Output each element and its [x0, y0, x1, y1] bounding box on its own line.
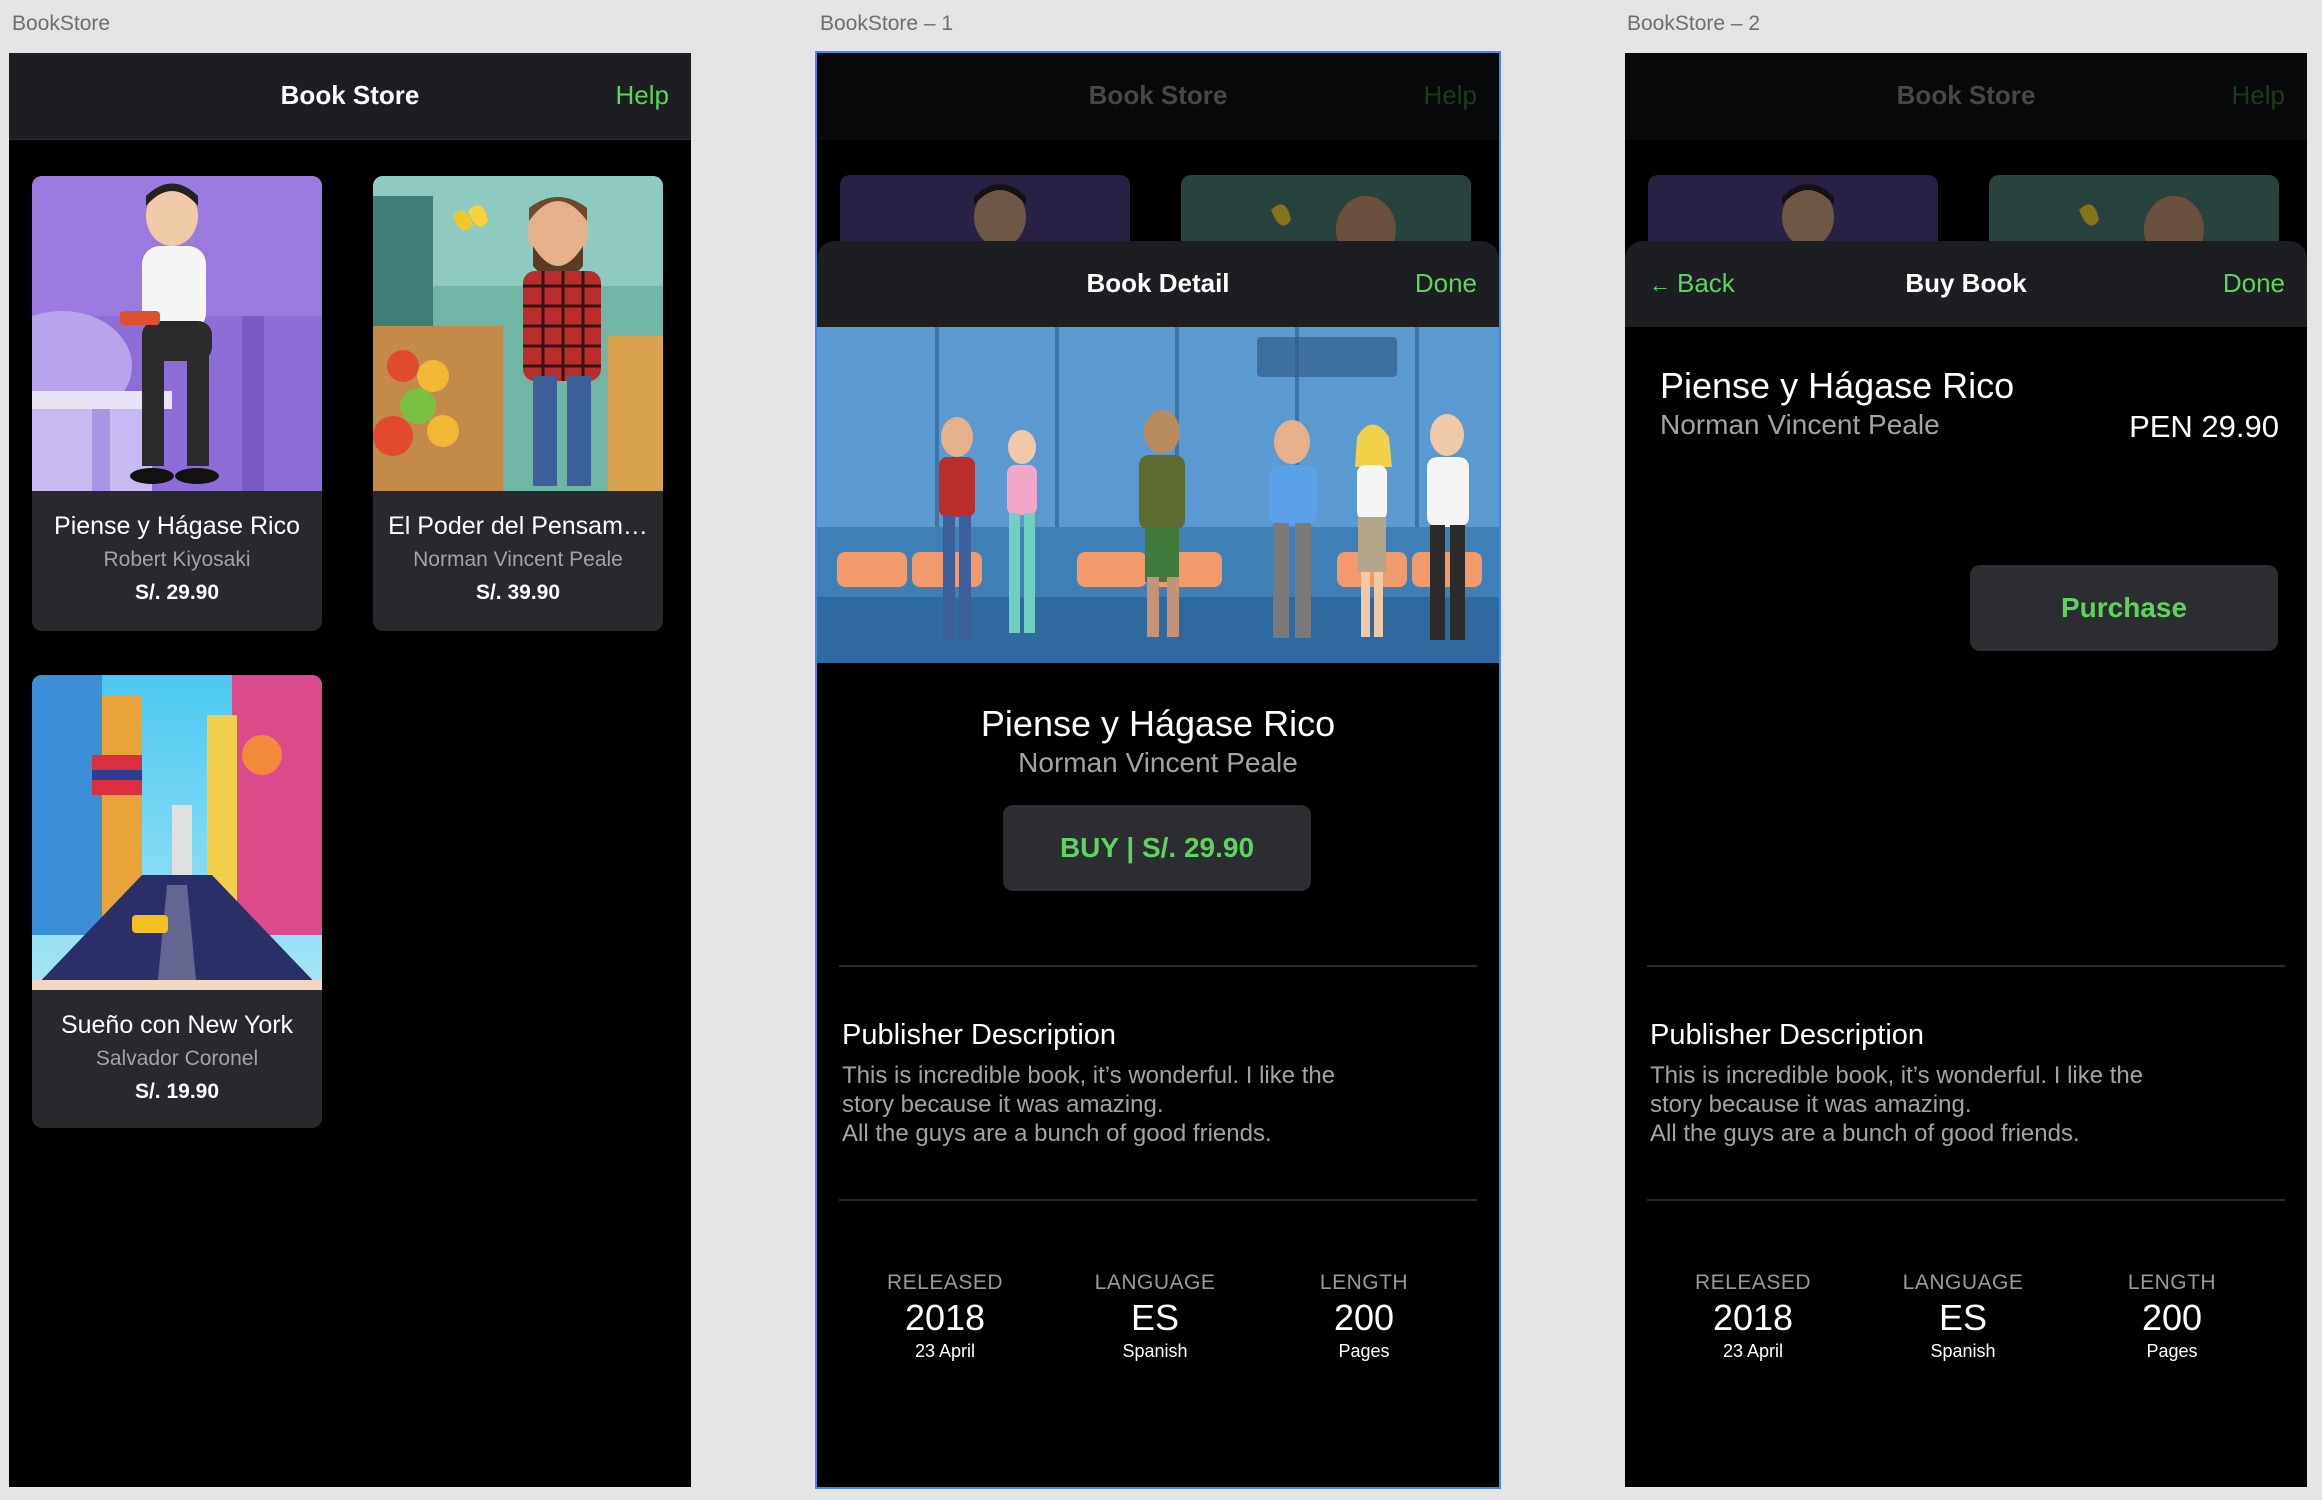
- stat-sub: Pages: [2146, 1341, 2198, 1361]
- book-card[interactable]: Piense y Hágase Rico Robert Kiyosaki S/.…: [32, 176, 322, 631]
- book-price: S/. 29.90: [134, 581, 220, 604]
- divider: [839, 965, 1477, 967]
- book-price: S/. 39.90: [475, 581, 561, 604]
- section-title: Publisher Description: [1650, 1019, 1925, 1051]
- description-line: All the guys are a bunch of good friends…: [842, 1120, 1272, 1147]
- navbar-background: Book Store Help: [1625, 53, 2307, 140]
- done-button[interactable]: Done: [1415, 268, 1477, 299]
- artboard-label-1[interactable]: BookStore: [12, 12, 110, 36]
- stat-value: 200: [1333, 1297, 1395, 1338]
- divider: [839, 1199, 1477, 1201]
- buy-book-price: PEN 29.90: [2129, 409, 2279, 444]
- stat-label: LANGUAGE: [1902, 1271, 2024, 1294]
- stat-value: 200: [2141, 1297, 2203, 1338]
- stat-language: LANGUAGE ES Spanish: [1055, 1271, 1255, 1362]
- book-author: Norman Vincent Peale: [1018, 747, 1298, 778]
- book-title: Piense y Hágase Rico: [54, 512, 300, 540]
- stat-sub: Pages: [1338, 1341, 1390, 1361]
- buy-book-title: Piense y Hágase Rico: [1660, 365, 2015, 406]
- book-title: Piense y Hágase Rico: [980, 703, 1336, 744]
- stat-language: LANGUAGE ES Spanish: [1863, 1271, 2063, 1362]
- book-author: Robert Kiyosaki: [103, 548, 251, 571]
- artboard-label-2[interactable]: BookStore – 1: [820, 12, 953, 36]
- nav-title: Book Store: [1088, 80, 1228, 110]
- section-title: Publisher Description: [842, 1019, 1117, 1051]
- stat-label: RELEASED: [886, 1271, 1004, 1294]
- stat-sub: 23 April: [914, 1341, 976, 1361]
- stat-length: LENGTH 200 Pages: [1264, 1271, 1464, 1362]
- stat-label: LENGTH: [1319, 1271, 1409, 1294]
- description-line: This is incredible book, it’s wonderful.…: [842, 1062, 1336, 1089]
- book-card[interactable]: El Poder del Pensam… Norman Vincent Peal…: [373, 176, 663, 631]
- stat-released: RELEASED 2018 23 April: [845, 1271, 1045, 1362]
- book-cover-image: [373, 176, 663, 491]
- description-line: This is incredible book, it’s wonderful.…: [1650, 1062, 2144, 1089]
- sheet-title: Book Detail: [1086, 268, 1230, 298]
- divider: [1647, 965, 2285, 967]
- buy-button[interactable]: BUY | S/. 29.90: [1003, 805, 1311, 891]
- book-card[interactable]: Sueño con New York Salvador Coronel S/. …: [32, 675, 322, 1128]
- stat-value: 2018: [1712, 1297, 1794, 1338]
- stat-released: RELEASED 2018 23 April: [1653, 1271, 1853, 1362]
- stat-label: LENGTH: [2127, 1271, 2217, 1294]
- stat-length: LENGTH 200 Pages: [2072, 1271, 2272, 1362]
- book-cover-image: [32, 675, 322, 990]
- artboard-book-detail[interactable]: Book Store Help Book Detail Done Piense …: [817, 53, 1499, 1487]
- help-button: Help: [2231, 80, 2285, 110]
- sheet-title: Buy Book: [1905, 268, 2027, 298]
- nav-title: Book Store: [1896, 80, 2036, 110]
- artboard-buy-book[interactable]: Book Store Help ← Back Buy Book Done Pien…: [1625, 53, 2307, 1487]
- book-author: Norman Vincent Peale: [413, 548, 623, 571]
- book-detail-sheet: Book Detail Done Piense y Hágase Rico No…: [817, 241, 1499, 1487]
- book-title: Sueño con New York: [60, 1011, 294, 1039]
- sheet-navbar: Book Detail Done: [817, 241, 1499, 327]
- navbar-background: Book Store Help: [817, 53, 1499, 140]
- sheet-navbar: ← Back Buy Book Done: [1625, 241, 2307, 327]
- done-button[interactable]: Done: [2223, 268, 2285, 299]
- book-price: S/. 19.90: [134, 1080, 220, 1103]
- help-button: Help: [1423, 80, 1477, 110]
- book-author: Salvador Coronel: [95, 1047, 259, 1070]
- buy-book-sheet: ← Back Buy Book Done Piense y Hágase Rico…: [1625, 241, 2307, 1487]
- book-hero-image: [817, 327, 1499, 663]
- stat-value: 2018: [904, 1297, 986, 1338]
- stat-sub: Spanish: [1122, 1341, 1188, 1361]
- buy-book-author: Norman Vincent Peale: [1660, 409, 1940, 440]
- artboard-bookstore[interactable]: Book Store Help Piense y Hágase Rico Rob…: [9, 53, 691, 1487]
- book-title: El Poder del Pensam…: [388, 512, 648, 540]
- navbar: Book Store Help: [9, 53, 691, 140]
- help-button[interactable]: Help: [616, 80, 669, 111]
- stat-sub: 23 April: [1722, 1341, 1784, 1361]
- book-cover-image: [32, 176, 322, 491]
- artboard-label-3[interactable]: BookStore – 2: [1627, 12, 1760, 36]
- publisher-description: This is incredible book, it’s wonderful.…: [1650, 1061, 2210, 1148]
- stat-label: RELEASED: [1694, 1271, 1812, 1294]
- nav-title: Book Store: [280, 80, 420, 110]
- publisher-description: This is incredible book, it’s wonderful.…: [842, 1061, 1402, 1148]
- description-line: story because it was amazing.: [842, 1091, 1164, 1118]
- purchase-button[interactable]: Purchase: [1970, 565, 2278, 651]
- divider: [1647, 1199, 2285, 1201]
- stat-value: ES: [1130, 1297, 1180, 1338]
- stat-value: ES: [1938, 1297, 1988, 1338]
- stat-sub: Spanish: [1930, 1341, 1996, 1361]
- description-line: story because it was amazing.: [1650, 1091, 1972, 1118]
- description-line: All the guys are a bunch of good friends…: [1650, 1120, 2080, 1147]
- stat-label: LANGUAGE: [1094, 1271, 1216, 1294]
